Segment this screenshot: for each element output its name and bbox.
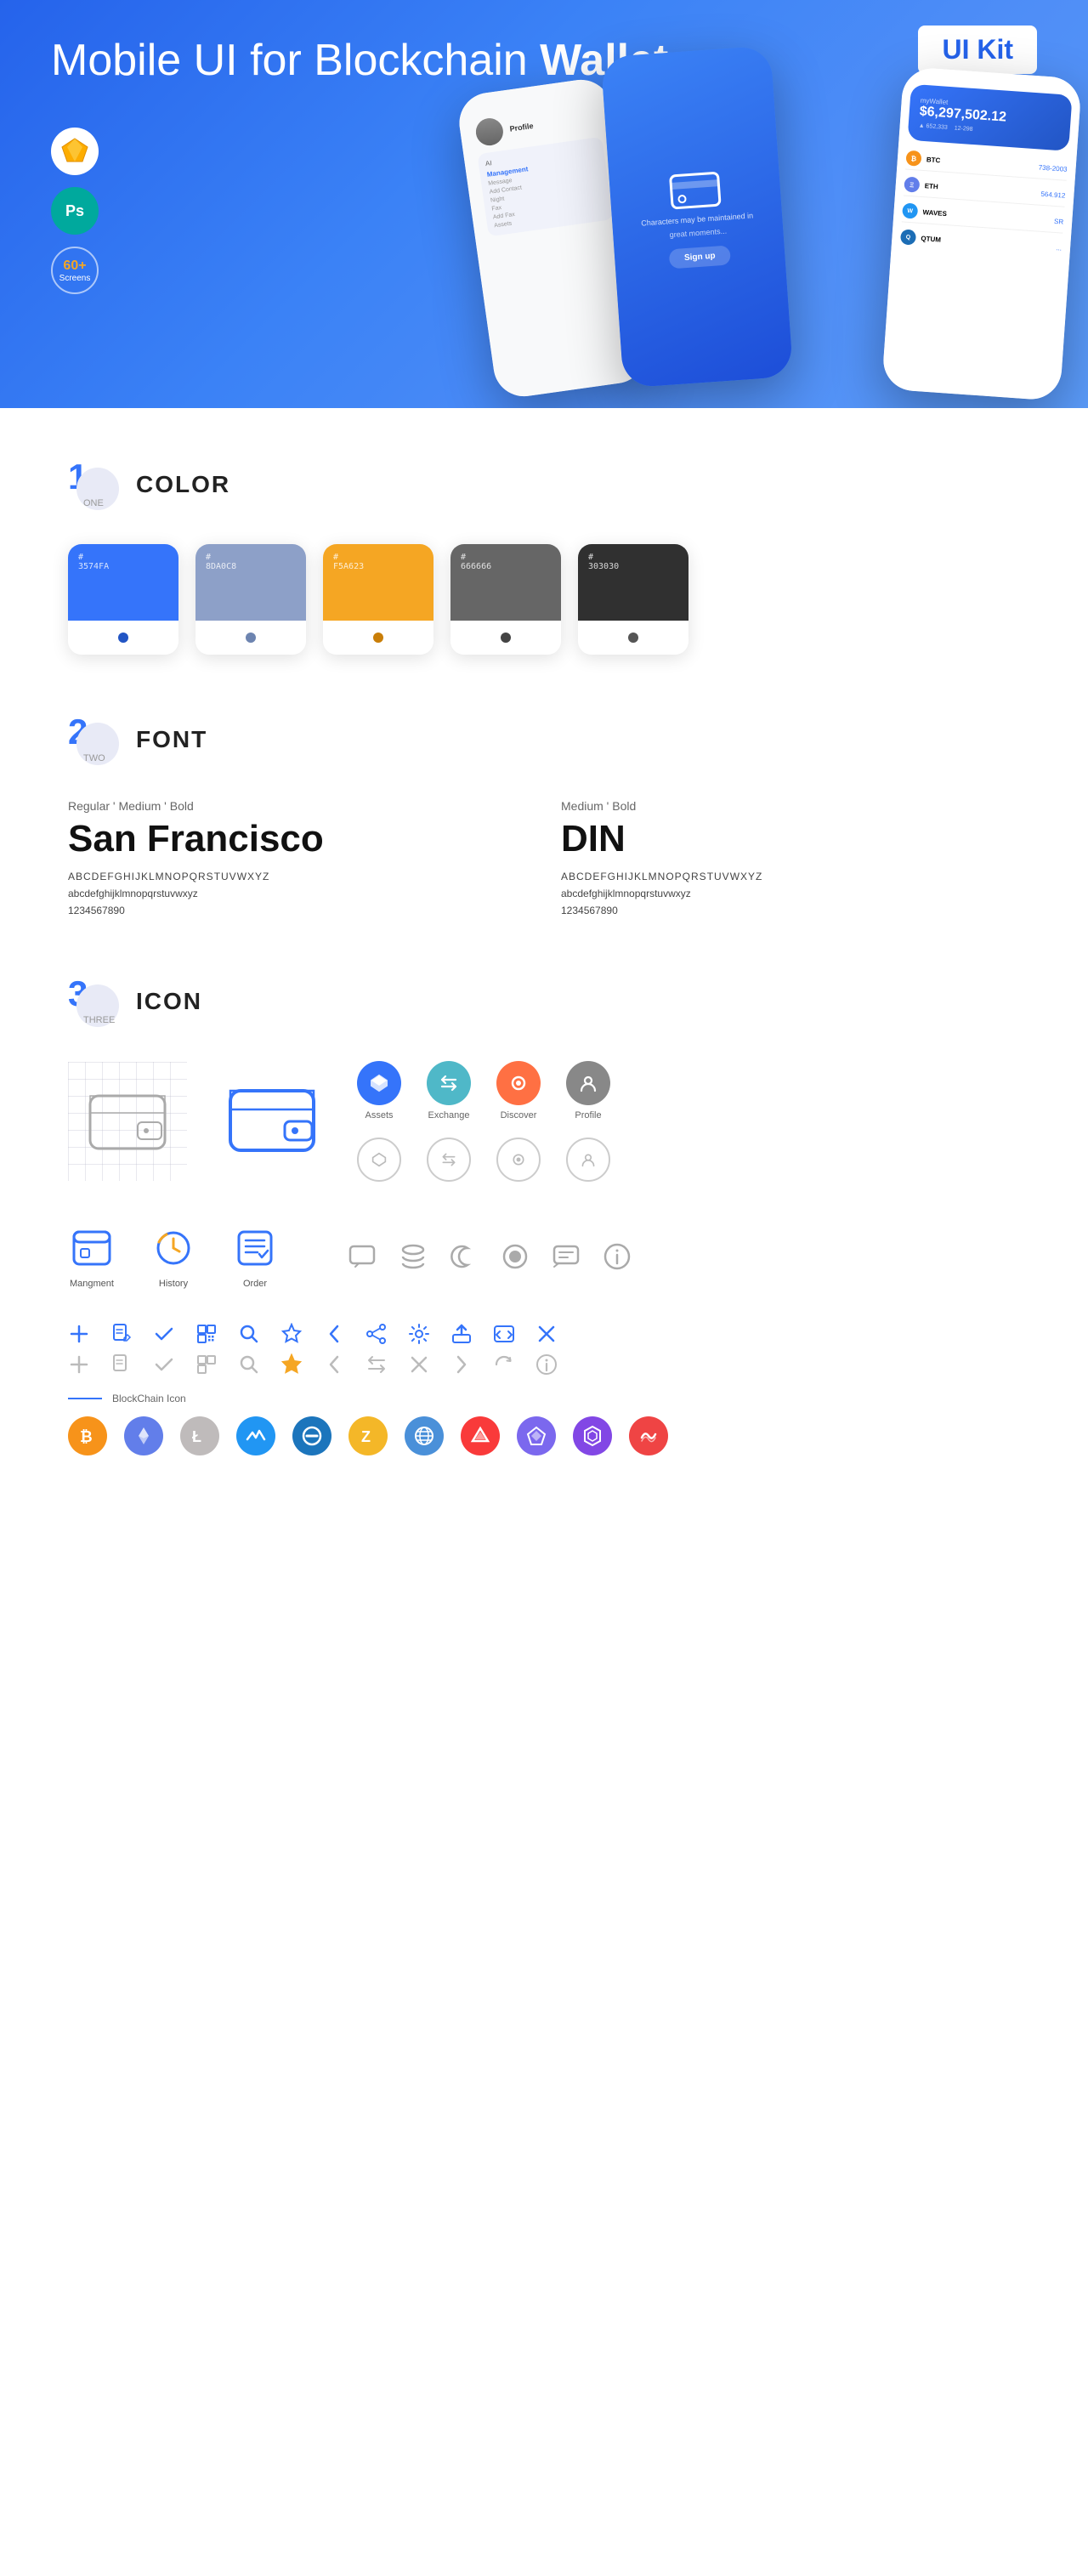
icon-section-header: 3 THREE ICON <box>68 976 1020 1027</box>
color-swatches: #3574FA #8DA0C8 #F5A623 <box>68 544 1020 655</box>
color-card-blue: #3574FA <box>68 544 178 655</box>
screens-badge: 60+ Screens <box>51 247 99 294</box>
icon-arrow-right-gray <box>450 1353 473 1376</box>
section-number-2: 2 TWO <box>68 714 119 765</box>
icon-info-gray <box>536 1353 558 1376</box>
color-card-dark: #303030 <box>578 544 688 655</box>
phone-mockup-2: Characters may be maintained in great mo… <box>601 45 794 388</box>
icon-filled-wallet <box>212 1062 332 1181</box>
icon-assets: Assets <box>357 1061 401 1121</box>
sketch-badge <box>51 128 99 175</box>
icon-poa <box>517 1416 556 1455</box>
icon-refresh-gray <box>493 1353 515 1376</box>
icon-info <box>602 1241 632 1272</box>
blockchain-separator: BlockChain Icon <box>68 1393 1020 1404</box>
icon-dot <box>500 1241 530 1272</box>
icon-zec: Z <box>348 1416 388 1455</box>
misc-icons-row <box>347 1241 632 1272</box>
icon-settings <box>408 1323 430 1345</box>
icon-qr-gray <box>196 1353 218 1376</box>
icon-section: 3 THREE ICON <box>68 976 1020 1455</box>
font-section-header: 2 TWO FONT <box>68 714 1020 765</box>
color-card-gray-blue: #8DA0C8 <box>196 544 306 655</box>
icon-eth <box>124 1416 163 1455</box>
icon-chevron-left <box>323 1323 345 1345</box>
phone-mockups: Profile AI Management Message Add Contac… <box>408 51 1088 408</box>
icon-wireframe-wallet <box>68 1062 187 1181</box>
icon-assets-outline <box>357 1138 401 1182</box>
icon-qr <box>196 1323 218 1345</box>
section-number-1: 1 ONE <box>68 459 119 510</box>
icon-swap <box>493 1323 515 1345</box>
icon-waves <box>236 1416 275 1455</box>
icon-history: History <box>150 1224 197 1289</box>
icon-document-gray <box>110 1353 133 1376</box>
icon-arrows-gray <box>366 1353 388 1376</box>
hero-section: Mobile UI for Blockchain Wallet UI Kit P… <box>0 0 1088 408</box>
icon-ark <box>461 1416 500 1455</box>
icon-discover-outline <box>496 1138 541 1182</box>
icon-chevron-left-gray <box>323 1353 345 1376</box>
icon-search <box>238 1323 260 1345</box>
icon-profile-outline <box>566 1138 610 1182</box>
font-section: 2 TWO FONT Regular ' Medium ' Bold San F… <box>68 714 1020 916</box>
icon-net <box>405 1416 444 1455</box>
section-number-3: 3 THREE <box>68 976 119 1027</box>
icon-layers <box>398 1241 428 1272</box>
color-card-mid-gray: #666666 <box>450 544 561 655</box>
icon-colored-group: Assets Exchange <box>357 1061 610 1182</box>
icon-star <box>280 1323 303 1345</box>
icon-search-gray <box>238 1353 260 1376</box>
color-section-header: 1 ONE COLOR <box>68 459 1020 510</box>
icon-discover: Discover <box>496 1061 541 1121</box>
icon-small-row-blue <box>68 1323 1020 1345</box>
color-section: 1 ONE COLOR #3574FA #8DA0C8 <box>68 459 1020 655</box>
icon-check <box>153 1323 175 1345</box>
icon-export <box>450 1323 473 1345</box>
icon-message <box>551 1241 581 1272</box>
icon-document-edit <box>110 1323 133 1345</box>
color-title: COLOR <box>136 471 230 498</box>
color-card-orange: #F5A623 <box>323 544 434 655</box>
svg-text:Ł: Ł <box>192 1428 201 1445</box>
icon-share <box>366 1323 388 1345</box>
font-grid: Regular ' Medium ' Bold San Francisco AB… <box>68 799 1020 916</box>
icon-sxp <box>629 1416 668 1455</box>
svg-text:₿: ₿ <box>80 1428 93 1445</box>
ps-badge: Ps <box>51 187 99 235</box>
font-din: Medium ' Bold DIN ABCDEFGHIJKLMNOPQRSTUV… <box>561 799 1020 916</box>
icon-small-row-gray <box>68 1353 1020 1376</box>
icon-plus-gray <box>68 1353 90 1376</box>
icon-plus <box>68 1323 90 1345</box>
icon-matic <box>573 1416 612 1455</box>
icon-profile: Profile <box>566 1061 610 1121</box>
icon-title: ICON <box>136 988 202 1015</box>
icon-star-active <box>280 1353 303 1376</box>
icon-ltc: Ł <box>180 1416 219 1455</box>
icon-check-gray <box>153 1353 175 1376</box>
icon-btc: ₿ <box>68 1416 107 1455</box>
icon-colored-row-2 <box>357 1138 610 1182</box>
icon-exchange: Exchange <box>427 1061 471 1121</box>
icon-colored-row-1: Assets Exchange <box>357 1061 610 1121</box>
icon-main-grid: Assets Exchange <box>68 1061 1020 1182</box>
icon-moon <box>449 1241 479 1272</box>
icon-order: Order <box>231 1224 279 1289</box>
blockchain-icons: ₿ Ł <box>68 1416 1020 1455</box>
icon-dash <box>292 1416 332 1455</box>
icon-row-labeled: Mangment History <box>68 1207 1020 1306</box>
icon-mangment: Mangment <box>68 1224 116 1289</box>
icon-close <box>536 1323 558 1345</box>
main-content: 1 ONE COLOR #3574FA #8DA0C8 <box>0 408 1088 1549</box>
font-san-francisco: Regular ' Medium ' Bold San Francisco AB… <box>68 799 527 916</box>
svg-text:Z: Z <box>361 1428 371 1445</box>
phone-mockup-3: myWallet $6,297,502.12 ▲ 652,333 12-298 … <box>881 66 1082 401</box>
icon-exchange-outline <box>427 1138 471 1182</box>
icon-x-gray <box>408 1353 430 1376</box>
icon-chat <box>347 1241 377 1272</box>
hero-badges: Ps 60+ Screens <box>51 128 99 294</box>
font-title: FONT <box>136 726 207 753</box>
